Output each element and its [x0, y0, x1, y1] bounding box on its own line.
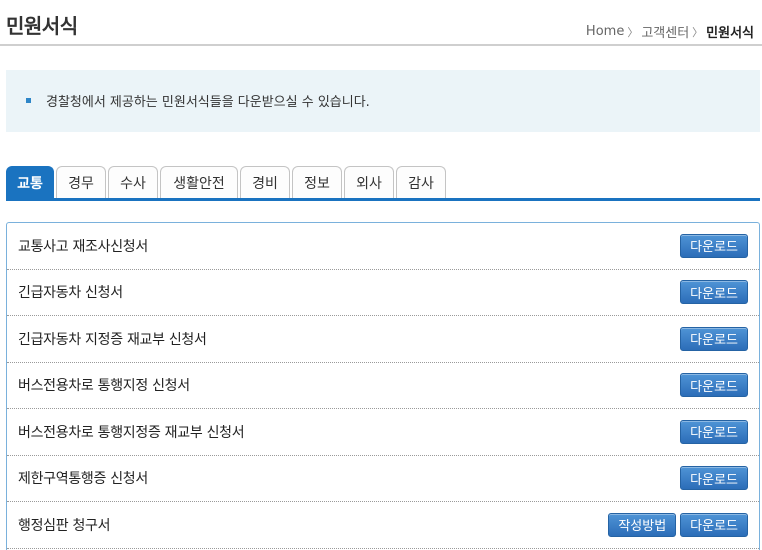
list-item: 버스전용차로 통행지정 신청서 다운로드	[7, 363, 759, 409]
download-button[interactable]: 다운로드	[680, 512, 748, 537]
form-name: 버스전용차로 통행지정 신청서	[18, 378, 190, 395]
list-item: 버스전용차로 통행지정증 재교부 신청서 다운로드	[7, 409, 759, 456]
form-name: 긴급자동차 신청서	[18, 285, 123, 302]
download-button[interactable]: 다운로드	[680, 466, 748, 491]
breadcrumb-section[interactable]: 고객센터	[641, 22, 689, 41]
bullet-icon	[26, 98, 31, 103]
list-item: 긴급자동차 지정증 재교부 신청서 다운로드	[7, 316, 759, 363]
tab-audit[interactable]: 감사	[396, 166, 446, 198]
list-item: 교통사고 재조사신청서 다운로드	[7, 223, 759, 270]
form-name: 교통사고 재조사신청서	[18, 238, 148, 255]
list-item: 행정심판 청구서 작성방법 다운로드	[7, 502, 759, 549]
download-button[interactable]: 다운로드	[680, 280, 748, 305]
tab-intelligence[interactable]: 정보	[292, 166, 342, 198]
notice-text: 경찰청에서 제공하는 민원서식들을 다운받으실 수 있습니다.	[46, 95, 370, 110]
form-name: 긴급자동차 지정증 재교부 신청서	[18, 331, 207, 348]
breadcrumb-current: 민원서식	[706, 26, 754, 41]
tab-traffic[interactable]: 교통	[6, 166, 54, 198]
download-button[interactable]: 다운로드	[680, 373, 748, 398]
form-list: 교통사고 재조사신청서 다운로드 긴급자동차 신청서 다운로드 긴급자동차 지정…	[6, 222, 760, 550]
tab-administration[interactable]: 경무	[56, 166, 106, 198]
download-button[interactable]: 다운로드	[680, 326, 748, 351]
tab-public-safety[interactable]: 생활안전	[160, 166, 238, 198]
tab-investigation[interactable]: 수사	[108, 166, 158, 198]
list-item: 제한구역통행증 신청서 다운로드	[7, 456, 759, 502]
notice-box: 경찰청에서 제공하는 민원서식들을 다운받으실 수 있습니다.	[6, 70, 760, 132]
breadcrumb: Home 〉 고객센터 〉 민원서식	[586, 22, 754, 41]
form-name: 행정심판 청구서	[18, 517, 111, 534]
breadcrumb-separator-icon: 〉	[692, 25, 704, 39]
writing-guide-button[interactable]: 작성방법	[608, 512, 677, 537]
form-name: 제한구역통행증 신청서	[18, 471, 148, 488]
download-button[interactable]: 다운로드	[680, 233, 748, 258]
list-item: 긴급자동차 신청서 다운로드	[7, 270, 759, 316]
page-title: 민원서식	[6, 14, 78, 38]
category-tabs: 교통 경무 수사 생활안전 경비 정보 외사 감사	[6, 166, 760, 201]
page-header: 민원서식 Home 〉 고객센터 〉 민원서식	[0, 0, 762, 46]
tab-security[interactable]: 경비	[240, 166, 290, 198]
breadcrumb-separator-icon: 〉	[627, 25, 639, 39]
form-name: 버스전용차로 통행지정증 재교부 신청서	[18, 424, 245, 441]
download-button[interactable]: 다운로드	[680, 419, 748, 444]
tab-foreign-affairs[interactable]: 외사	[344, 166, 394, 198]
breadcrumb-home[interactable]: Home	[586, 24, 624, 39]
